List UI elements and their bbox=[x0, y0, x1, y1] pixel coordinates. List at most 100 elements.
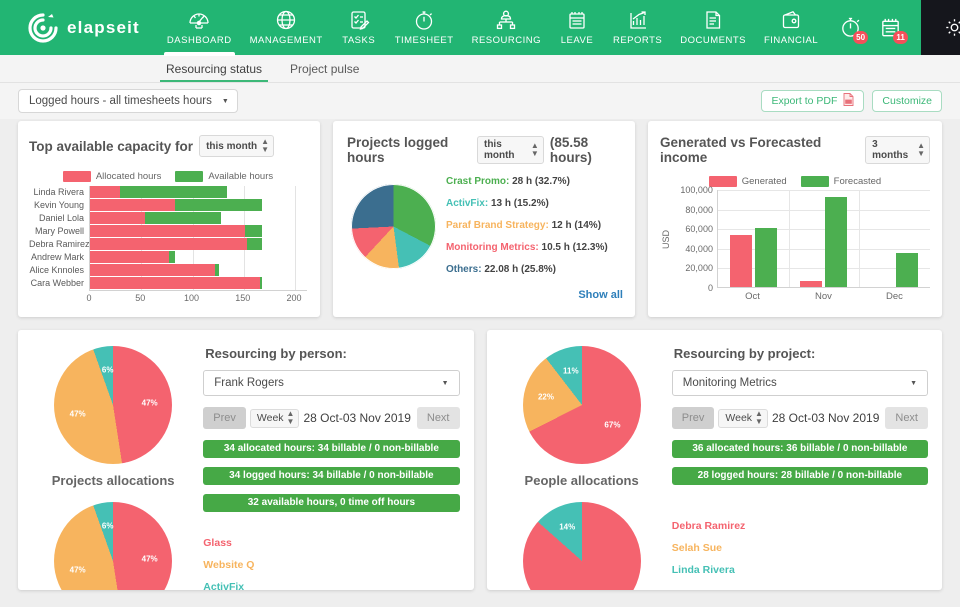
capacity-bar-row bbox=[90, 186, 307, 198]
stopwatch-pending-timesheets-icon[interactable]: 50 bbox=[837, 15, 863, 41]
project-date-nav: Prev Week ▲▼ 28 Oct-03 Nov 2019 Next bbox=[672, 407, 928, 429]
legend-name: Linda Rivera bbox=[672, 559, 928, 581]
logged-legend-name: ActivFix: bbox=[446, 198, 491, 209]
legend-item: Allocated hours bbox=[63, 171, 161, 182]
nav-item-management[interactable]: MANAGEMENT bbox=[241, 4, 332, 46]
project-next-button[interactable]: Next bbox=[885, 407, 928, 429]
customize-label: Customize bbox=[882, 95, 932, 107]
nav-item-reports[interactable]: REPORTS bbox=[604, 4, 671, 46]
project-date-range: 28 Oct-03 Nov 2019 bbox=[772, 411, 879, 425]
card-title: Generated vs Forecasted income 3 months … bbox=[660, 135, 930, 165]
stepper-updown-icon: ▲▼ bbox=[531, 142, 539, 158]
project-charts-column: 67%22%11% People allocations 86%14% bbox=[501, 346, 663, 590]
pie-slice-label: 11% bbox=[563, 367, 579, 376]
person-select[interactable]: Frank Rogers ▼ bbox=[203, 370, 459, 396]
people-allocations-title: People allocations bbox=[525, 473, 639, 488]
export-to-pdf-button[interactable]: Export to PDF bbox=[761, 90, 864, 112]
tab-resourcing-status[interactable]: Resourcing status bbox=[152, 62, 276, 82]
gear-settings-icon[interactable] bbox=[941, 15, 960, 41]
nav-item-financial[interactable]: FINANCIAL bbox=[755, 4, 827, 46]
period-value: this month bbox=[206, 141, 257, 152]
legend-swatch bbox=[63, 171, 91, 182]
nav-label: REPORTS bbox=[613, 35, 662, 46]
project-select[interactable]: Monitoring Metrics ▼ bbox=[672, 370, 928, 396]
nav-item-timesheet[interactable]: TIMESHEET bbox=[386, 4, 463, 46]
panel-resourcing-by-person: 47%47%6% Projects allocations 47%47%6% R… bbox=[18, 330, 474, 590]
brand-name: elapseit bbox=[67, 18, 140, 38]
income-x-axis: OctNovDec bbox=[717, 288, 930, 304]
capacity-x-tick: 150 bbox=[235, 293, 250, 303]
person-next-button[interactable]: Next bbox=[417, 407, 460, 429]
capacity-category-label: Andrew Mark bbox=[29, 251, 84, 263]
logged-legend-value: 13 h (15.2%) bbox=[491, 198, 549, 209]
allocated-hours-bar bbox=[90, 199, 175, 211]
available-hours-bar bbox=[215, 264, 219, 276]
card-title-text: Projects logged hours bbox=[347, 135, 471, 165]
capacity-bar-row bbox=[90, 264, 307, 276]
person-prev-button[interactable]: Prev bbox=[203, 407, 246, 429]
legend-label: Available hours bbox=[208, 171, 273, 182]
legend-name: Glass bbox=[203, 532, 459, 554]
legend-item: Forecasted bbox=[801, 176, 882, 187]
nav-label: DOCUMENTS bbox=[680, 35, 746, 46]
income-plot bbox=[717, 190, 930, 288]
legend-name: Debra Ramirez bbox=[672, 515, 928, 537]
income-bar-group bbox=[718, 228, 789, 287]
nav-item-dashboard[interactable]: DASHBOARD bbox=[158, 4, 241, 46]
nav-item-tasks[interactable]: TASKS bbox=[332, 4, 386, 46]
person-allocated-bar: 34 allocated hours: 34 billable / 0 non-… bbox=[203, 440, 459, 458]
nav-label: MANAGEMENT bbox=[250, 35, 323, 46]
customize-button[interactable]: Customize bbox=[872, 90, 942, 112]
projects-allocations-title: Projects allocations bbox=[52, 473, 175, 488]
income-y-tick: 80,000 bbox=[685, 205, 713, 215]
export-to-pdf-label: Export to PDF bbox=[771, 95, 837, 107]
available-hours-bar bbox=[247, 238, 262, 250]
period-select-capacity[interactable]: this month ▲▼ bbox=[199, 135, 274, 157]
pdf-file-icon bbox=[843, 93, 854, 109]
capacity-x-tick: 100 bbox=[184, 293, 199, 303]
nav-item-resourcing[interactable]: RESOURCING bbox=[463, 4, 550, 46]
show-all-link[interactable]: Show all bbox=[347, 289, 623, 301]
nav-label: FINANCIAL bbox=[764, 35, 818, 46]
allocated-hours-bar bbox=[90, 277, 260, 289]
person-granularity-select[interactable]: Week ▲▼ bbox=[250, 409, 300, 428]
nav-item-documents[interactable]: DOCUMENTS bbox=[671, 4, 755, 46]
person-date-range: 28 Oct-03 Nov 2019 bbox=[303, 411, 410, 425]
logged-hours-select-value: Logged hours - all timesheets hours bbox=[29, 95, 212, 107]
allocated-hours-bar bbox=[90, 251, 169, 263]
logged-legend-item: Others: 22.08 h (25.8%) bbox=[446, 259, 608, 281]
nav-label: DASHBOARD bbox=[167, 35, 232, 46]
income-y-tick: 0 bbox=[708, 283, 713, 293]
calendar-pending-leave-icon[interactable]: 11 bbox=[877, 15, 903, 41]
project-controls-column: Resourcing by project: Monitoring Metric… bbox=[663, 346, 928, 590]
pie-slice-label: 14% bbox=[559, 523, 575, 532]
income-y-tick: 100,000 bbox=[680, 185, 713, 195]
card-title-text: Generated vs Forecasted income bbox=[660, 135, 859, 165]
capacity-category-labels: Linda RiveraKevin YoungDaniel LolaMary P… bbox=[29, 186, 89, 290]
nav-item-leave[interactable]: LEAVE bbox=[550, 4, 604, 46]
chevron-down-icon: ▼ bbox=[222, 98, 229, 105]
project-prev-button[interactable]: Prev bbox=[672, 407, 715, 429]
pie-slice-label: 47% bbox=[142, 554, 158, 563]
legend-label: Generated bbox=[742, 176, 787, 187]
period-select-logged[interactable]: this month ▲▼ bbox=[477, 136, 544, 164]
stepper-updown-icon: ▲▼ bbox=[755, 410, 763, 426]
card-title: Projects logged hours this month ▲▼ (85.… bbox=[347, 135, 623, 165]
logged-legend-name: Paraf Brand Strategy: bbox=[446, 220, 552, 231]
brand[interactable]: elapseit bbox=[0, 0, 158, 55]
allocated-hours-bar bbox=[90, 238, 247, 250]
wallet-financial-icon bbox=[779, 7, 803, 32]
capacity-x-axis: 050100150200 bbox=[89, 290, 307, 303]
stepper-updown-icon: ▲▼ bbox=[917, 142, 925, 158]
capacity-bar-row bbox=[90, 251, 307, 263]
capacity-legend: Allocated hours Available hours bbox=[29, 171, 307, 182]
project-granularity-select[interactable]: Week ▲▼ bbox=[718, 409, 768, 428]
logged-hours-select[interactable]: Logged hours - all timesheets hours ▼ bbox=[18, 89, 238, 113]
tab-project-pulse[interactable]: Project pulse bbox=[276, 62, 373, 82]
granularity-value: Week bbox=[725, 412, 752, 424]
period-select-income[interactable]: 3 months ▲▼ bbox=[865, 136, 930, 164]
capacity-x-tick: 0 bbox=[86, 293, 91, 303]
available-hours-bar bbox=[120, 186, 228, 198]
pie-slice-label: 6% bbox=[102, 366, 114, 375]
capacity-plot bbox=[89, 186, 307, 290]
